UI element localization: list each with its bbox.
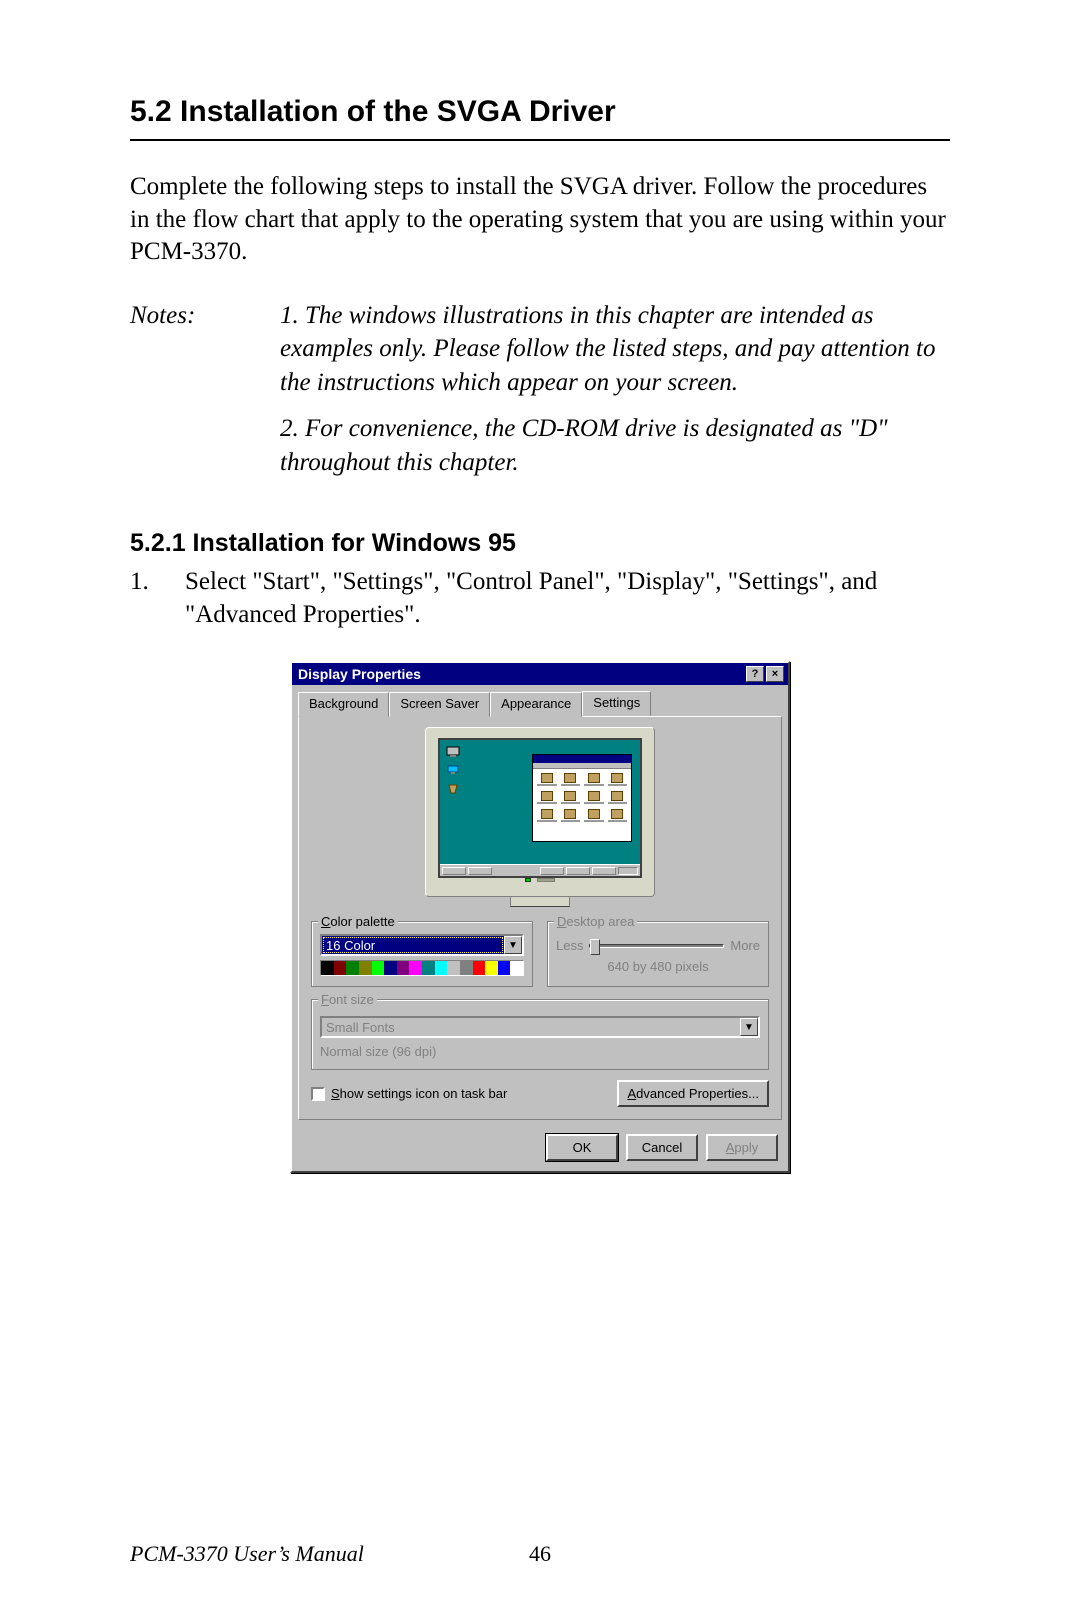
color-palette-swatches [320, 960, 524, 976]
desktop-area-less-label: Less [556, 938, 583, 953]
palette-swatch [447, 961, 460, 975]
preview-folder-icon [561, 809, 581, 823]
palette-swatch [498, 961, 511, 975]
preview-folder-icon [584, 809, 604, 823]
desktop-area-legend: Desktop area [554, 914, 637, 929]
desktop-mycomputer-icon [446, 746, 460, 758]
notes-item-1: 1. The windows illustrations in this cha… [280, 299, 950, 400]
footer-manual-name: PCM-3370 User’s Manual [130, 1541, 364, 1567]
color-palette-combo[interactable]: 16 Color ▼ [320, 934, 524, 956]
dialog-title: Display Properties [298, 666, 746, 682]
slider-thumb[interactable] [590, 939, 600, 955]
notes-item-2: 2. For convenience, the CD-ROM drive is … [280, 412, 950, 480]
font-size-value: Small Fonts [322, 1018, 740, 1036]
preview-folder-icon [608, 809, 628, 823]
preview-folder-icon [608, 773, 628, 787]
preview-folder-icon [537, 773, 557, 787]
desktop-area-resolution: 640 by 480 pixels [556, 959, 760, 974]
checkbox-box-icon[interactable] [311, 1087, 325, 1101]
close-button[interactable]: × [766, 666, 784, 682]
desktop-area-more-label: More [730, 938, 760, 953]
palette-swatch [346, 961, 359, 975]
preview-taskbar [440, 864, 640, 876]
monitor-preview [425, 727, 655, 907]
palette-swatch [372, 961, 385, 975]
desktop-area-group: Desktop area Less More 640 by 480 pixels [547, 921, 769, 987]
step-1-text: Select "Start", "Settings", "Control Pan… [185, 566, 950, 631]
section-title: 5.2 Installation of the SVGA Driver [130, 95, 950, 129]
help-button[interactable]: ? [746, 666, 764, 682]
advanced-properties-button[interactable]: Advanced Properties... [617, 1080, 769, 1107]
chevron-down-icon[interactable]: ▼ [504, 936, 522, 954]
subsection-title: 5.2.1 Installation for Windows 95 [130, 529, 950, 558]
show-settings-checkbox[interactable]: Show settings icon on task bar [311, 1086, 507, 1101]
color-palette-group: Color palette 16 Color ▼ [311, 921, 533, 987]
preview-folder-icon [561, 791, 581, 805]
palette-swatch [485, 961, 498, 975]
palette-swatch [422, 961, 435, 975]
settings-panel: Color palette 16 Color ▼ Desktop area Le… [298, 716, 782, 1120]
notes-label: Notes: [130, 299, 280, 400]
show-settings-label: Show settings icon on task bar [331, 1086, 507, 1101]
palette-swatch [409, 961, 422, 975]
chevron-down-icon: ▼ [740, 1018, 758, 1036]
font-size-normal-label: Normal size (96 dpi) [320, 1044, 760, 1059]
preview-folder-icon [608, 791, 628, 805]
font-size-combo: Small Fonts ▼ [320, 1016, 760, 1038]
preview-folder-icon [537, 809, 557, 823]
palette-swatch [510, 961, 523, 975]
palette-swatch [460, 961, 473, 975]
preview-folder-icon [537, 791, 557, 805]
monitor-led-icon [525, 878, 531, 882]
palette-swatch [359, 961, 372, 975]
tab-strip: Background Screen Saver Appearance Setti… [292, 685, 788, 716]
section-rule [130, 139, 950, 141]
desktop-area-slider[interactable] [589, 944, 724, 948]
color-palette-value: 16 Color [322, 936, 504, 954]
tab-settings[interactable]: Settings [582, 691, 651, 716]
apply-button[interactable]: Apply [706, 1134, 778, 1161]
color-palette-legend: Color palette [318, 914, 398, 929]
palette-swatch [334, 961, 347, 975]
display-properties-dialog: Display Properties ? × Background Screen… [290, 661, 790, 1173]
palette-swatch [397, 961, 410, 975]
ok-button[interactable]: OK [546, 1134, 618, 1161]
font-size-group: Font size Small Fonts ▼ Normal size (96 … [311, 999, 769, 1070]
desktop-network-icon [446, 764, 460, 776]
palette-swatch [435, 961, 448, 975]
preview-folder-icon [561, 773, 581, 787]
dialog-titlebar[interactable]: Display Properties ? × [292, 663, 788, 685]
tab-background[interactable]: Background [298, 692, 389, 717]
preview-start-button-icon [442, 867, 466, 875]
palette-swatch [384, 961, 397, 975]
footer-page-number: 46 [529, 1541, 551, 1567]
palette-swatch [321, 961, 334, 975]
tab-screensaver[interactable]: Screen Saver [389, 692, 490, 717]
step-1-number: 1. [130, 566, 185, 631]
intro-paragraph: Complete the following steps to install … [130, 171, 950, 269]
font-size-legend: Font size [318, 992, 377, 1007]
preview-folder-icon [584, 773, 604, 787]
preview-window [532, 754, 632, 842]
palette-swatch [473, 961, 486, 975]
desktop-recyclebin-icon [446, 782, 460, 794]
tab-appearance[interactable]: Appearance [490, 692, 582, 717]
preview-folder-icon [584, 791, 604, 805]
cancel-button[interactable]: Cancel [626, 1134, 698, 1161]
